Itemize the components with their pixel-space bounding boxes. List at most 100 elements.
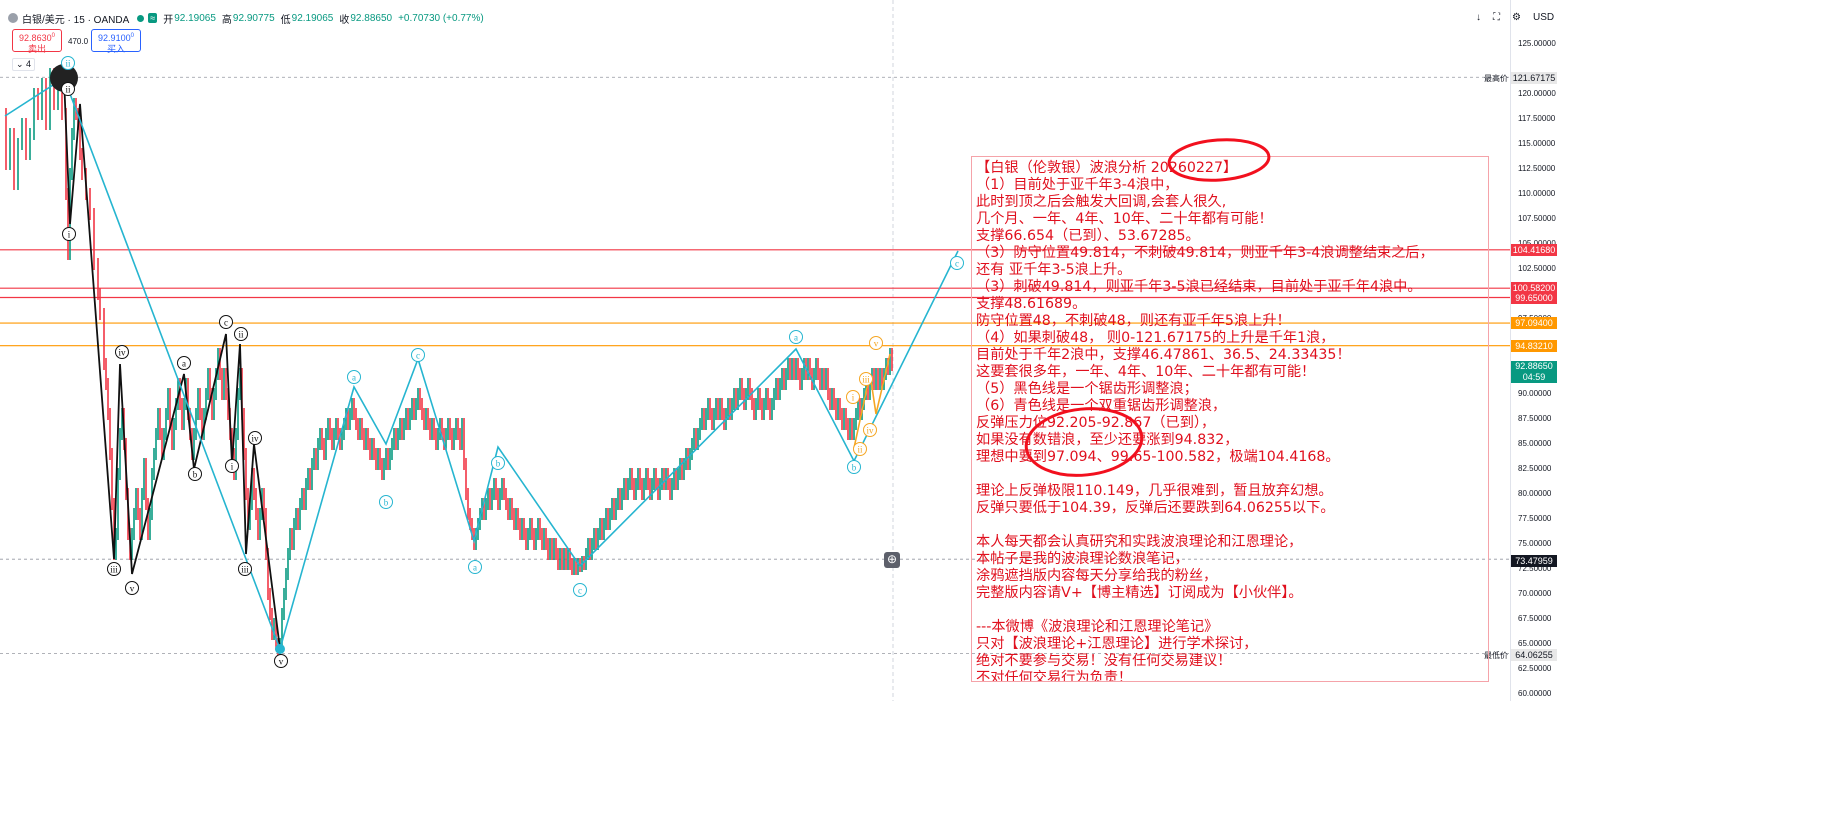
note-line-6: 还有 亚千年3-5浪上升。 [976, 262, 1132, 278]
note-line-13: （5）黑色线是一个锯齿形调整浪； [976, 381, 1198, 397]
wave-label-5: a [182, 358, 186, 368]
sell-price: 92.8630 [19, 33, 52, 43]
bar-countdown: 04:59 [1522, 372, 1546, 382]
axis-tick-25: 60.00000 [1518, 689, 1552, 698]
axis-tick-13: 90.00000 [1518, 389, 1552, 398]
currency-selector[interactable]: USD [1533, 12, 1554, 23]
note-line-29: 绝对不要参与交易！没有任何交易建议！ [976, 653, 1232, 669]
sell-label: 卖出 [27, 44, 46, 54]
note-line-2: 此时到顶之后会触发大回调,会套人很久, [976, 194, 1227, 210]
wave-label-7: c [224, 317, 228, 327]
note-line-22: 本人每天都会认真研究和实践波浪理论和江恩理论， [976, 534, 1303, 550]
high-value: 92.90775 [232, 12, 275, 24]
symbol-logo-icon [8, 13, 18, 23]
close-label: 收 [339, 14, 350, 26]
note-line-21 [976, 517, 1488, 534]
indicator-badge[interactable]: ≈ [148, 13, 158, 23]
wave-label-4: v [130, 583, 135, 593]
note-line-9: 防守位置48，不刺破48，则还有亚千年5浪上升！ [976, 313, 1291, 329]
wave-label-6: b [193, 469, 198, 479]
axis-tick-23: 65.00000 [1518, 639, 1552, 648]
wave-label-3: iv [118, 347, 126, 357]
wave-label-19: c [578, 585, 582, 595]
symbol-title[interactable]: 白银/美元 · 15 · OANDA [22, 11, 129, 26]
axis-tick-22: 67.50000 [1518, 614, 1552, 623]
wave-label-11: iii [241, 564, 249, 574]
wave-label-21: b [852, 462, 857, 472]
buy-button[interactable]: 92.91000 买入 [91, 29, 141, 54]
note-line-12: 这要套很多年，一年、4年、10年、二十年都有可能！ [976, 364, 1316, 380]
note-line-19: 理论上反弹极限110.149，几乎很难到，暂且放弃幻想。 [976, 483, 1333, 499]
wave-label-0: ii [65, 84, 71, 94]
collapse-legend-toggle[interactable]: ⌄ 4 [12, 58, 36, 71]
download-icon[interactable]: ↓ [1476, 12, 1481, 23]
note-line-3: 几个月、一年、4年、10年、二十年都有可能！ [976, 211, 1273, 227]
axis-tick-19: 75.00000 [1518, 539, 1552, 548]
note-line-26 [976, 602, 1488, 619]
note-line-8: 支撑48.61689。 [976, 296, 1087, 312]
axis-tick-14: 87.50000 [1518, 414, 1552, 423]
low-label: 低 [280, 14, 291, 26]
note-line-4: 支撑66.654（已到）、53.67285。 [976, 228, 1200, 244]
note-line-20: 反弹只要低于104.39，反弹后还要跌到64.06255以下。 [976, 500, 1335, 516]
wave-label-22: c [955, 258, 959, 268]
axis-tick-5: 110.00000 [1518, 189, 1556, 198]
buy-price: 92.9100 [98, 33, 131, 43]
buy-price-sup: 0 [130, 33, 134, 39]
wave-label-8: ii [238, 329, 244, 339]
open-label: 开 [163, 14, 174, 26]
wave-label-27: ii [857, 444, 863, 454]
sell-button[interactable]: 92.86300 卖出 [12, 29, 62, 54]
settings-icon[interactable]: ⚙ [1512, 12, 1521, 23]
level-tag-2: 99.65000 [1511, 291, 1557, 304]
chart-window: ii i iii iv v a b c ii i iv iii v ii a b c b a c a b c v iii i iv i… [0, 0, 1569, 701]
wave-label-16: c [416, 350, 420, 360]
axis-tick-4: 112.50000 [1518, 164, 1556, 173]
wave-label-20: a [794, 332, 798, 342]
wave-label-14: a [352, 372, 356, 382]
pivot-marker-bottom [275, 644, 285, 654]
wave-label-15: b [384, 497, 389, 507]
current-price-value: 92.88650 [1515, 361, 1553, 371]
buy-label: 买入 [106, 44, 125, 54]
axis-tick-6: 107.50000 [1518, 214, 1556, 223]
note-line-23: 本帖子是我的波浪理论数浪笔记， [976, 551, 1189, 567]
wave-label-13: ii [65, 58, 71, 68]
highest-price-label: 最高价 [1484, 74, 1508, 83]
wave-label-10: iv [251, 433, 259, 443]
top-right-toolbar: ↓ ⛶ ⚙ USD [1476, 12, 1554, 23]
wave-label-17: b [496, 458, 501, 468]
series-line-wave-cyan [4, 76, 959, 652]
axis-tick-24: 62.50000 [1518, 664, 1552, 673]
axis-tick-3: 115.00000 [1518, 139, 1556, 148]
axis-tick-0: 125.00000 [1518, 39, 1556, 48]
low-value: 92.19065 [291, 12, 334, 24]
legend-bar: 白银/美元 · 15 · OANDA ≈ 开 92.19065 高 92.90775… [0, 9, 484, 27]
note-line-27: ---本微博《波浪理论和江恩理论笔记》 [976, 619, 1219, 635]
spread-value: 470.0 [68, 37, 89, 46]
close-value: 92.88650 [350, 12, 393, 24]
note-line-11: 目前处于千年2浪中，支撑46.47861、36.5、24.33435！ [976, 347, 1351, 363]
highlight-scribble-top [1167, 138, 1271, 182]
axis-tick-16: 82.50000 [1518, 464, 1552, 473]
crosshair-price-tag: 73.47959 [1511, 555, 1557, 567]
axis-tick-15: 85.00000 [1518, 439, 1552, 448]
level-tag-0: 104.41680 [1511, 243, 1557, 256]
axis-tick-8: 102.50000 [1518, 264, 1556, 273]
add-alert-icon[interactable]: ⊕ [884, 552, 900, 568]
wave-label-2: iii [110, 564, 118, 574]
note-line-25: 完整版内容请V+【博主精选】订阅成为【小伙伴】。 [976, 585, 1303, 601]
axis-tick-17: 80.00000 [1518, 489, 1552, 498]
open-value: 92.19065 [174, 12, 216, 24]
axis-tick-1: 120.00000 [1518, 89, 1556, 98]
note-line-28: 只对【波浪理论+江恩理论】进行学术探讨， [976, 636, 1258, 652]
current-price-tag: 92.88650 04:59 [1511, 361, 1557, 383]
note-line-30: 不对任何交易行为负责！ [976, 670, 1133, 682]
level-tag-4: 94.83210 [1511, 339, 1557, 352]
level-tag-3: 97.09400 [1511, 317, 1557, 330]
fullscreen-icon[interactable]: ⛶ [1493, 12, 1500, 23]
note-line-7: （3）刺破49.814，则亚千年3-5浪已经结束，目前处于亚千年4浪中。 [976, 279, 1422, 295]
change-value: +0.70730 (+0.77%) [398, 12, 484, 24]
sell-price-sup: 0 [51, 33, 55, 39]
high-label: 高 [221, 14, 232, 26]
